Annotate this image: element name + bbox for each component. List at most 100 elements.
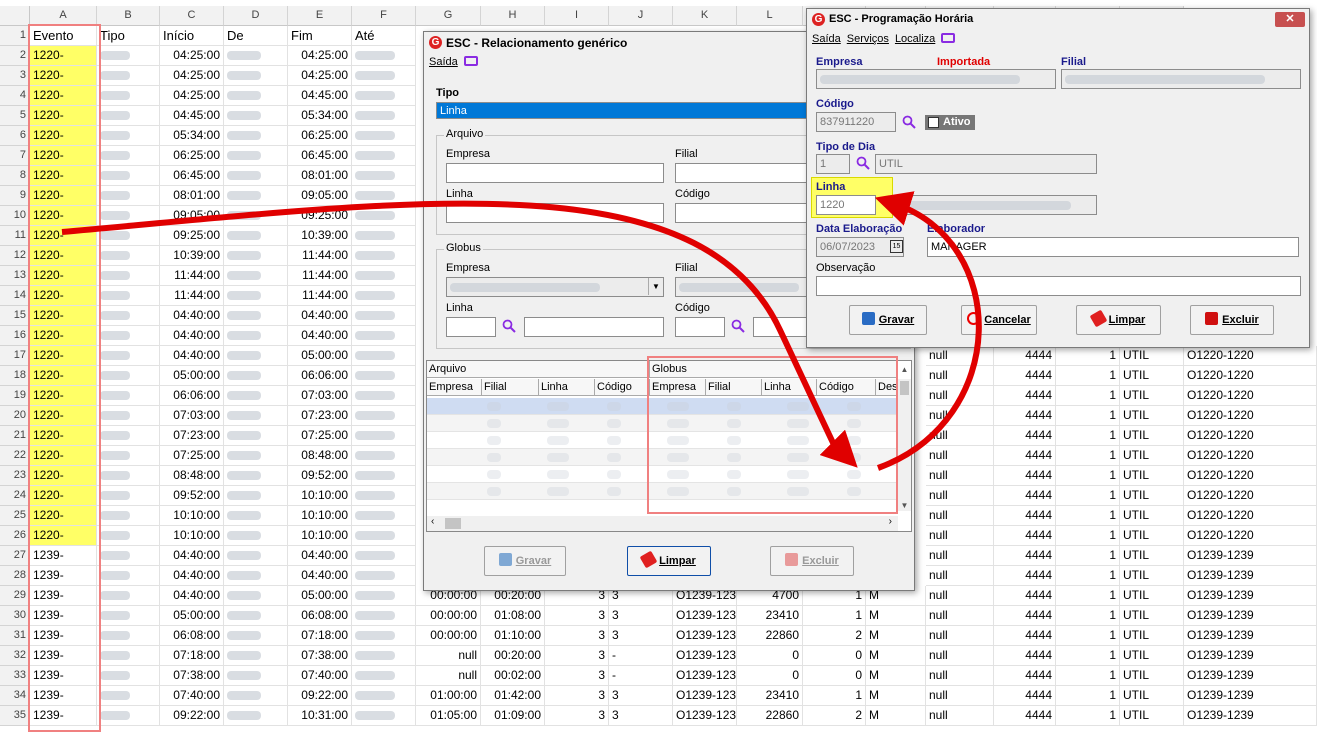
cell-mm[interactable]: M xyxy=(866,686,926,706)
row-header[interactable]: 21 xyxy=(0,426,30,446)
cell-redacted[interactable] xyxy=(352,646,416,666)
menu-localiza[interactable]: Localiza xyxy=(895,33,935,45)
monitor-icon[interactable] xyxy=(463,56,478,66)
cell-fim[interactable]: 04:40:00 xyxy=(288,566,352,586)
cell-redacted[interactable] xyxy=(352,426,416,446)
cell-redacted[interactable] xyxy=(352,446,416,466)
limpar-button[interactable]: Limpar xyxy=(1076,305,1161,335)
cell-fim[interactable]: 04:40:00 xyxy=(288,326,352,346)
cell-o[interactable]: 4444 xyxy=(994,426,1056,446)
scroll-left-icon[interactable]: ‹ xyxy=(431,516,434,527)
cell-fim[interactable]: 11:44:00 xyxy=(288,246,352,266)
cell-inicio[interactable]: 04:25:00 xyxy=(160,86,224,106)
column-header[interactable]: K xyxy=(673,6,737,26)
row-header[interactable]: 33 xyxy=(0,666,30,686)
row-header[interactable]: 28 xyxy=(0,566,30,586)
cell-inicio[interactable]: 09:25:00 xyxy=(160,226,224,246)
cell-fim[interactable]: 10:10:00 xyxy=(288,486,352,506)
arquivo-empresa-input[interactable] xyxy=(446,163,664,183)
cell-p[interactable]: 1 xyxy=(1056,446,1120,466)
row-header[interactable]: 1 xyxy=(0,26,30,46)
row-header[interactable]: 34 xyxy=(0,686,30,706)
search-icon[interactable] xyxy=(902,115,916,129)
cell-q[interactable]: UTIL xyxy=(1120,366,1184,386)
row-header[interactable]: 13 xyxy=(0,266,30,286)
header-cell[interactable]: Tipo xyxy=(97,26,160,46)
cell-j[interactable]: 3 xyxy=(609,686,673,706)
cell-inicio[interactable]: 07:40:00 xyxy=(160,686,224,706)
cell-o[interactable]: 4444 xyxy=(994,606,1056,626)
cell-redacted[interactable] xyxy=(224,126,288,146)
cell-fim[interactable]: 08:48:00 xyxy=(288,446,352,466)
cell-redacted[interactable] xyxy=(224,526,288,546)
cell-redacted[interactable] xyxy=(352,366,416,386)
cell-r[interactable]: O1239-1239 xyxy=(1184,566,1317,586)
cell-k[interactable]: O1239-123 xyxy=(673,706,737,726)
cell-n2[interactable]: null xyxy=(926,666,994,686)
cell-q[interactable]: UTIL xyxy=(1120,626,1184,646)
cell-q[interactable]: UTIL xyxy=(1120,706,1184,726)
row-header[interactable]: 35 xyxy=(0,706,30,726)
cell-redacted[interactable] xyxy=(352,506,416,526)
cell-o[interactable]: 4444 xyxy=(994,446,1056,466)
cell-redacted[interactable] xyxy=(352,606,416,626)
cell-n2[interactable]: null xyxy=(926,626,994,646)
cell-fim[interactable]: 04:25:00 xyxy=(288,46,352,66)
cell-redacted[interactable] xyxy=(224,246,288,266)
cell-inicio[interactable]: 05:00:00 xyxy=(160,366,224,386)
cell-redacted[interactable] xyxy=(97,486,160,506)
cell-l[interactable]: 22860 xyxy=(737,706,803,726)
cell-k[interactable]: O1239-123 xyxy=(673,646,737,666)
cell-p[interactable]: 1 xyxy=(1056,686,1120,706)
cell-redacted[interactable] xyxy=(352,546,416,566)
cell-r[interactable]: O1220-1220 xyxy=(1184,426,1317,446)
cell-fim[interactable]: 06:06:00 xyxy=(288,366,352,386)
cell-inicio[interactable]: 07:38:00 xyxy=(160,666,224,686)
cell-inicio[interactable]: 06:45:00 xyxy=(160,166,224,186)
cell-q[interactable]: UTIL xyxy=(1120,586,1184,606)
cell-inicio[interactable]: 11:44:00 xyxy=(160,266,224,286)
cell-o[interactable]: 4444 xyxy=(994,406,1056,426)
cell-inicio[interactable]: 06:08:00 xyxy=(160,626,224,646)
row-header[interactable]: 17 xyxy=(0,346,30,366)
cell-inicio[interactable]: 04:40:00 xyxy=(160,586,224,606)
cell-r[interactable]: O1220-1220 xyxy=(1184,406,1317,426)
row-header[interactable]: 9 xyxy=(0,186,30,206)
cell-fim[interactable]: 05:00:00 xyxy=(288,586,352,606)
cell-n2[interactable]: null xyxy=(926,426,994,446)
cell-r[interactable]: O1239-1239 xyxy=(1184,686,1317,706)
row-header[interactable]: 18 xyxy=(0,366,30,386)
cell-redacted[interactable] xyxy=(352,126,416,146)
cell-redacted[interactable] xyxy=(97,86,160,106)
cell-redacted[interactable] xyxy=(97,206,160,226)
cell-h[interactable]: 01:08:00 xyxy=(481,606,545,626)
cell-redacted[interactable] xyxy=(224,686,288,706)
cell-q[interactable]: UTIL xyxy=(1120,546,1184,566)
search-icon[interactable] xyxy=(856,156,870,170)
column-header[interactable]: C xyxy=(160,6,224,26)
ativo-checkbox[interactable]: Ativo xyxy=(925,115,975,130)
row-header[interactable]: 15 xyxy=(0,306,30,326)
cell-n2[interactable]: null xyxy=(926,526,994,546)
cell-o[interactable]: 4444 xyxy=(994,386,1056,406)
row-header[interactable]: 29 xyxy=(0,586,30,606)
cell-fim[interactable]: 04:40:00 xyxy=(288,546,352,566)
cell-n2[interactable]: null xyxy=(926,586,994,606)
cell-inicio[interactable]: 05:00:00 xyxy=(160,606,224,626)
cell-n2[interactable]: null xyxy=(926,606,994,626)
cell-redacted[interactable] xyxy=(97,126,160,146)
cell-redacted[interactable] xyxy=(224,186,288,206)
cell-redacted[interactable] xyxy=(97,526,160,546)
cell-o[interactable]: 4444 xyxy=(994,666,1056,686)
cell-p[interactable]: 1 xyxy=(1056,566,1120,586)
cell-inicio[interactable]: 07:18:00 xyxy=(160,646,224,666)
cell-fim[interactable]: 09:52:00 xyxy=(288,466,352,486)
cell-redacted[interactable] xyxy=(224,486,288,506)
cell-g[interactable]: null xyxy=(416,666,481,686)
cell-mm[interactable]: M xyxy=(866,706,926,726)
cell-redacted[interactable] xyxy=(224,266,288,286)
cell-m[interactable]: 0 xyxy=(803,666,866,686)
cell-redacted[interactable] xyxy=(224,466,288,486)
search-icon[interactable] xyxy=(502,319,516,333)
cell-o[interactable]: 4444 xyxy=(994,346,1056,366)
